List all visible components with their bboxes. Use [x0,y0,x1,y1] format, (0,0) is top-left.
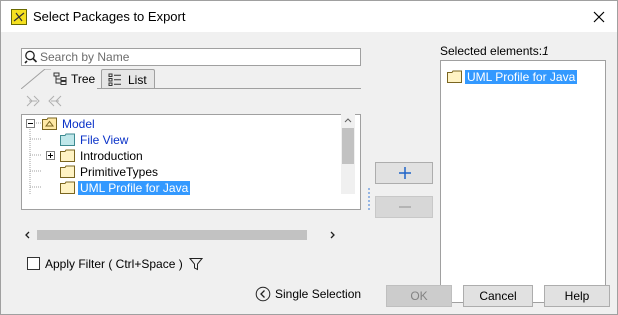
tree-row-label: File View [80,133,129,147]
cancel-button[interactable]: Cancel [463,285,533,307]
expand-all-icon[interactable] [25,94,41,108]
tab-tree[interactable]: Tree [21,69,99,89]
apply-filter-label: Apply Filter ( Ctrl+Space ) [45,257,183,271]
expand-toggle-icon[interactable] [46,151,55,160]
ok-button[interactable]: OK [386,285,452,307]
filter-icon[interactable] [188,257,204,271]
single-selection-label: Single Selection [275,287,362,301]
search-icon [24,50,38,64]
help-button[interactable]: Help [544,285,610,307]
selected-count: 1 [542,44,549,58]
tree-row-introduction[interactable]: Introduction [42,148,262,164]
tab-list-label: List [128,73,147,87]
collapse-all-icon[interactable] [47,94,63,108]
model-folder-icon [42,117,57,130]
tree-row-uml-profile[interactable]: UML Profile for Java [42,180,262,196]
folder-icon [60,181,75,194]
add-button[interactable] [375,162,433,184]
app-icon [11,9,27,25]
search-input[interactable] [40,50,358,64]
folder-icon [60,165,75,178]
package-tree[interactable]: Model File View Introduction PrimitiveTy… [21,114,361,210]
title-bar: Select Packages to Export [0,0,618,32]
tree-row-model[interactable]: Model [26,116,226,132]
close-icon[interactable] [589,7,609,27]
folder-icon [447,70,462,83]
list-icon [108,73,122,87]
plus-icon [398,166,412,180]
tab-divider [97,88,361,89]
folder-icon [60,149,75,162]
apply-filter-checkbox[interactable] [27,257,40,270]
selected-elements-heading: Selected elements:1 [440,44,549,58]
tree-row-label: UML Profile for Java [78,181,191,195]
tab-list[interactable]: List [101,69,155,89]
back-arrow-circle-icon [255,286,271,302]
tree-row-label: Model [62,117,95,131]
tree-icon [53,72,67,86]
tree-horizontal-scrollbar[interactable] [21,228,341,242]
search-box [21,48,361,66]
dialog-body: Tree List Model [0,32,618,315]
tree-row-label: PrimitiveTypes [80,165,159,179]
minus-icon [398,200,412,214]
tree-vertical-scrollbar[interactable] [341,114,355,194]
tab-tree-label: Tree [71,72,96,86]
collapse-toggle-icon[interactable] [26,119,35,128]
selected-elements-label: Selected elements: [440,44,543,58]
window-title: Select Packages to Export [33,9,186,24]
selected-elements-list[interactable]: UML Profile for Java [440,60,606,303]
remove-button[interactable] [375,196,433,218]
tree-row-label: Introduction [80,149,143,163]
tree-row-primitive-types[interactable]: PrimitiveTypes [42,164,262,180]
scroll-thumb[interactable] [342,128,354,164]
tree-row-file-view[interactable]: File View [42,132,262,148]
scroll-thumb[interactable] [37,230,307,240]
list-item-label: UML Profile for Java [465,70,578,84]
divider [368,188,370,212]
file-view-folder-icon [60,133,75,146]
